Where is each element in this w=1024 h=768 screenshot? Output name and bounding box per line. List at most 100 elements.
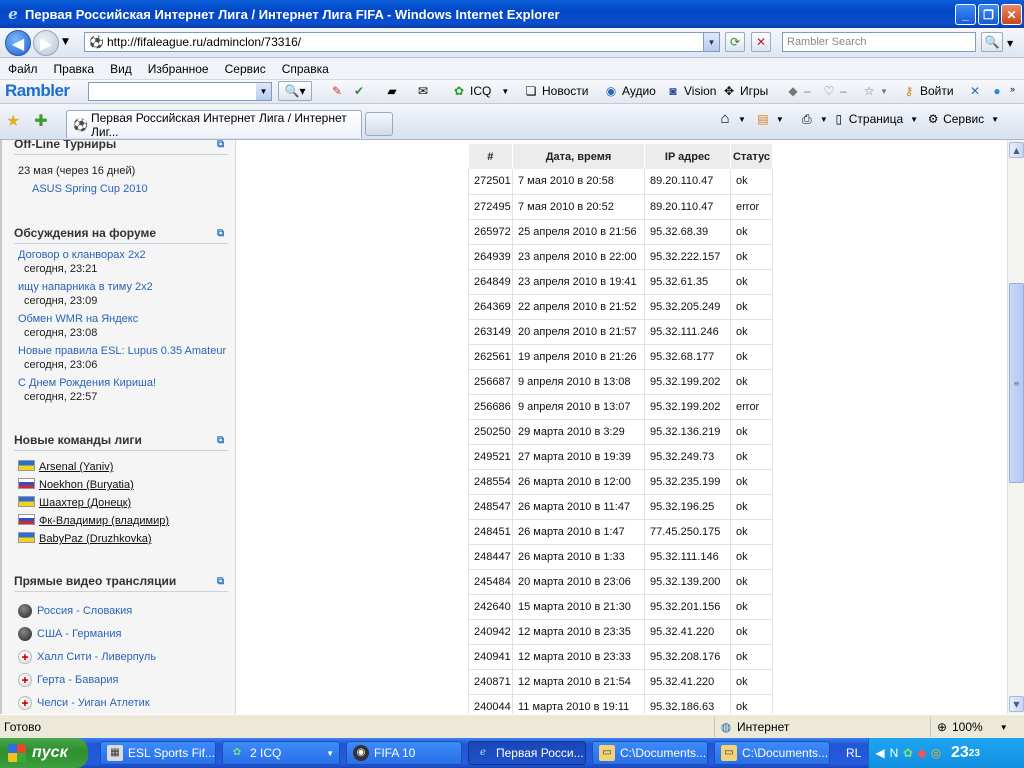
scroll-up-button[interactable]: ▲ [1009, 142, 1024, 158]
home-dropdown-icon[interactable]: ▼ [738, 115, 746, 124]
forward-button[interactable]: ▶ [33, 30, 59, 56]
star-dropdown[interactable]: ☆ ▼ [862, 84, 888, 98]
toolbar-overflow-icon[interactable]: » [1010, 84, 1015, 94]
rambler-login[interactable]: ⚷ Войти [902, 84, 954, 98]
tab-active[interactable]: ⚽ Первая Российская Интернет Лига / Инте… [66, 110, 362, 139]
rambler-item-news[interactable]: ❏ Новости [524, 84, 589, 98]
history-dropdown-icon[interactable]: ▼ [62, 37, 69, 47]
feed-dropdown-icon[interactable]: ▼ [776, 115, 784, 124]
start-button[interactable]: пуск [0, 738, 88, 768]
collapse-icon[interactable]: ⧉ [217, 229, 226, 239]
print-icon[interactable]: ⎙ [800, 112, 814, 126]
video-stream-link[interactable]: ✚ Герта - Бавария [18, 673, 118, 687]
menu-file[interactable]: Файл [0, 62, 46, 76]
collapse-icon[interactable]: ⧉ [217, 140, 226, 150]
new-tab-button[interactable] [365, 112, 393, 136]
rambler-item-icq[interactable]: ✿ ICQ ▼ [452, 84, 509, 98]
taskbar-item[interactable]: ▭ C:\Documents... [714, 741, 830, 765]
tray-arrow-icon[interactable]: ◀ [873, 746, 887, 760]
rambler-dropdown-icon[interactable]: ▼ [256, 83, 271, 100]
app-tray-icon[interactable]: ◎ [929, 746, 943, 760]
collapse-icon[interactable]: ⧉ [217, 577, 226, 587]
home-icon[interactable]: ⌂ [718, 111, 732, 126]
print-dropdown-icon[interactable]: ▼ [820, 115, 828, 124]
menu-view[interactable]: Вид [102, 62, 140, 76]
team-link[interactable]: Noekhon (Buryatia) [18, 478, 134, 491]
hockey-puck-icon [18, 627, 32, 641]
table-row: 264369 22 апреля 2010 в 21:52 95.32.205.24… [468, 294, 773, 320]
team-link[interactable]: Фк-Владимир (владимир) [18, 514, 169, 527]
window-title-bar[interactable]: e Первая Российская Интернет Лига / Инте… [0, 0, 1024, 28]
forum-topic-link[interactable]: Новые правила ESL: Lupus 0.35 Amateur [18, 345, 226, 357]
network-icon[interactable]: N [887, 746, 901, 760]
search-options-icon[interactable]: ▼ [1007, 39, 1013, 48]
settings-icon[interactable]: ✕ [968, 84, 982, 98]
team-link[interactable]: Шаахтер (Донецк) [18, 496, 131, 509]
rambler-logo[interactable]: Rambler [5, 81, 70, 101]
rambler-search-button[interactable]: 🔍▾ [278, 81, 312, 101]
team-link[interactable]: Arsenal (Yaniv) [18, 460, 113, 473]
add-favorite-icon[interactable]: ✚ [34, 113, 48, 129]
menu-tools[interactable]: Сервис [217, 62, 274, 76]
icq-flower-icon[interactable]: ✿ [901, 746, 915, 760]
search-go-button[interactable]: 🔍 [981, 32, 1003, 52]
refresh-button[interactable]: ⟳ [725, 32, 745, 52]
zoom-control[interactable]: ⊕ 100% ▼ [930, 717, 1024, 737]
zoom-dropdown-icon[interactable]: ▼ [1000, 723, 1008, 732]
rss-feed-icon[interactable]: ▤ [756, 112, 770, 126]
antivirus-icon[interactable]: ◆ [915, 746, 929, 760]
address-dropdown-icon[interactable]: ▼ [703, 33, 719, 51]
taskbar-item[interactable]: ▦ ESL Sports Fif... [100, 741, 216, 765]
mail-icon[interactable]: ✉ [416, 84, 430, 98]
rambler-item-audio[interactable]: ◉ Аудио [604, 84, 656, 98]
forum-topic-link[interactable]: Обмен WMR на Яндекс [18, 313, 138, 325]
rambler-search-input[interactable]: ▼ [88, 82, 272, 101]
video-stream-link[interactable]: Россия - Словакия [18, 604, 132, 618]
scroll-down-button[interactable]: ▼ [1009, 696, 1024, 712]
rambler-item-vision[interactable]: ◙ Vision [666, 84, 716, 98]
language-indicator[interactable]: RL [846, 746, 861, 760]
taskbar-item[interactable]: ◉ FIFA 10 [346, 741, 462, 765]
close-button[interactable]: ✕ [1001, 4, 1022, 25]
eraser-icon[interactable]: ▰ [385, 84, 399, 98]
forum-topic-link[interactable]: С Днем Рождения Кириша! [18, 377, 156, 389]
team-link[interactable]: BabyPaz (Druzhkovka) [18, 532, 152, 545]
maximize-button[interactable]: ❐ [978, 4, 999, 25]
video-stream-link[interactable]: ✚ Халл Сити - Ливерпуль [18, 650, 156, 664]
bookmark-dropdown[interactable]: ◆ – [786, 84, 810, 98]
menu-favorites[interactable]: Избранное [140, 62, 217, 76]
address-bar[interactable]: ⚽ http://fifaleague.ru/adminclon/73316/ … [84, 32, 720, 52]
row-ip-cell: 95.32.111.146 [644, 544, 731, 570]
page-menu[interactable]: ▯ Страница ▼ [832, 112, 918, 126]
offline-tournament-link[interactable]: ASUS Spring Cup 2010 [32, 183, 148, 195]
row-id-cell: 240044 [468, 694, 513, 714]
forum-topic-link[interactable]: Договор о кланворах 2х2 [18, 249, 146, 261]
weather-icon[interactable]: ● [990, 84, 1004, 98]
spellcheck-icon[interactable]: ✔ [352, 84, 366, 98]
rambler-item-games[interactable]: ✥ Игры [722, 84, 768, 98]
row-status-cell: ok [730, 619, 773, 645]
minimize-button[interactable]: _ [955, 4, 976, 25]
collapse-icon[interactable]: ⧉ [217, 436, 226, 446]
search-input[interactable]: Rambler Search [782, 32, 976, 52]
clock[interactable]: 23 [951, 744, 969, 762]
tools-menu[interactable]: ⚙ Сервис ▼ [926, 112, 999, 126]
video-stream-link[interactable]: ✚ Челси - Уиган Атлетик [18, 696, 150, 710]
row-date-cell: 29 марта 2010 в 3:29 [512, 419, 645, 445]
stop-button[interactable]: ✕ [751, 32, 771, 52]
taskbar-item[interactable]: ✿ 2 ICQ ▼ [222, 741, 340, 765]
taskbar-item[interactable]: ▭ C:\Documents... [592, 741, 708, 765]
highlight-icon[interactable]: ✎ [330, 84, 344, 98]
russia-flag-icon [18, 478, 35, 489]
menu-help[interactable]: Справка [274, 62, 337, 76]
back-button[interactable]: ◀ [5, 30, 31, 56]
security-zone[interactable]: ◍ Интернет [714, 717, 928, 737]
menu-edit[interactable]: Правка [46, 62, 103, 76]
forum-topic-link[interactable]: ищу напарника в тиму 2х2 [18, 281, 153, 293]
heart-dropdown[interactable]: ♡ – [822, 84, 847, 98]
video-stream-link[interactable]: США - Германия [18, 627, 121, 641]
taskbar-item[interactable]: e Первая Росси... [468, 741, 586, 765]
favorites-star-icon[interactable]: ★ [6, 113, 20, 129]
scroll-thumb[interactable]: ≡ [1009, 283, 1024, 483]
vertical-scrollbar[interactable]: ▲ ≡ ▼ [1007, 140, 1024, 714]
